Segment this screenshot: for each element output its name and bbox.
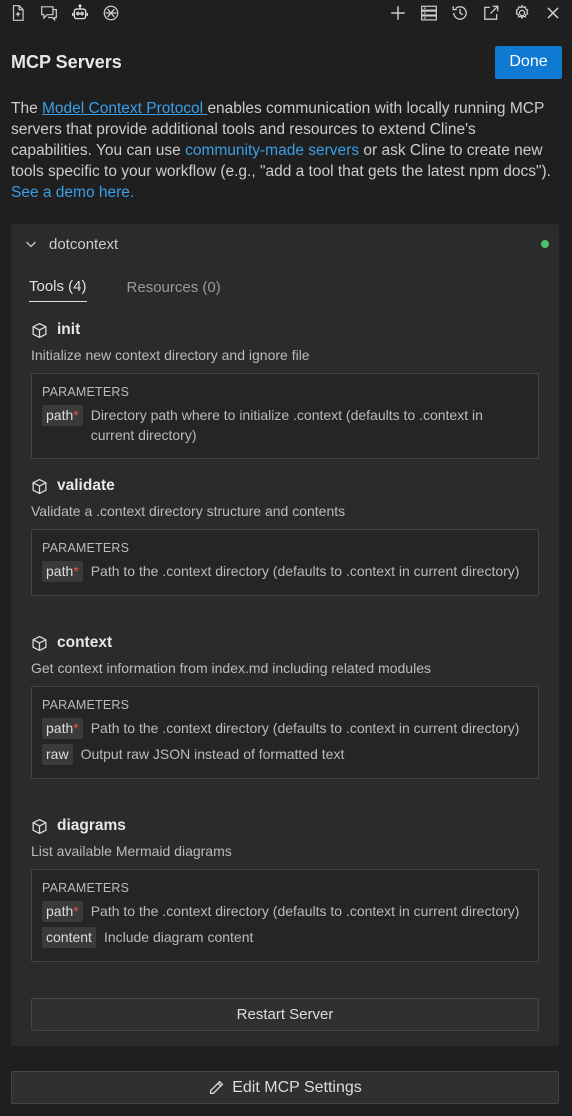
parameter-name: path*: [42, 405, 83, 426]
server-name: dotcontext: [49, 235, 119, 253]
parameter-name: path*: [42, 901, 83, 922]
parameter-name: raw: [42, 744, 73, 765]
parameter-description: Path to the .context directory (defaults…: [90, 903, 520, 919]
plus-icon[interactable]: [382, 1, 413, 25]
page-header: MCP Servers Done: [11, 44, 562, 80]
close-icon[interactable]: [537, 1, 568, 25]
tab-resources[interactable]: Resources (0): [127, 279, 221, 302]
tab-tools[interactable]: Tools (4): [29, 278, 87, 302]
tool-description: Initialize new context directory and ign…: [31, 347, 310, 363]
history-icon[interactable]: [444, 1, 475, 25]
chevron-down-icon[interactable]: [23, 236, 39, 252]
cube-icon: [31, 477, 49, 495]
gear-icon[interactable]: [506, 1, 537, 25]
chat-icon[interactable]: [33, 1, 64, 25]
tool-name: init: [57, 321, 81, 338]
server-tabs: Tools (4) Resources (0): [11, 264, 559, 302]
parameters-heading: PARAMETERS: [42, 698, 130, 712]
parameters-box: PARAMETERS path* Path to the .context di…: [31, 686, 539, 779]
tool-item-validate: validate Validate a .context directory s…: [31, 475, 539, 596]
tool-item-init: init Initialize new context directory an…: [31, 319, 539, 459]
cube-icon: [31, 321, 49, 339]
parameters-heading: PARAMETERS: [42, 881, 130, 895]
robot-icon[interactable]: [64, 1, 95, 25]
tool-name: validate: [57, 477, 115, 494]
demo-link[interactable]: See a demo here.: [11, 184, 134, 201]
parameter-row: raw Output raw JSON instead of formatted…: [42, 744, 528, 765]
parameter-description: Output raw JSON instead of formatted tex…: [80, 746, 345, 762]
parameters-box: PARAMETERS path* Directory path where to…: [31, 373, 539, 459]
external-link-icon[interactable]: [475, 1, 506, 25]
server-header[interactable]: dotcontext: [11, 224, 559, 264]
tool-description: Validate a .context directory structure …: [31, 503, 346, 519]
new-file-icon[interactable]: [2, 1, 33, 25]
tool-description: List available Mermaid diagrams: [31, 843, 232, 859]
tool-item-diagrams: diagrams List available Mermaid diagrams…: [31, 815, 539, 962]
intro-text-1: The: [11, 100, 43, 117]
edit-mcp-settings-button[interactable]: Edit MCP Settings: [11, 1071, 559, 1104]
restart-server-button[interactable]: Restart Server: [31, 998, 539, 1031]
server-panel: dotcontext Tools (4) Resources (0) init …: [11, 224, 559, 1046]
cube-icon: [31, 817, 49, 835]
parameter-description: Directory path where to initialize .cont…: [90, 407, 483, 443]
edit-mcp-settings-label: Edit MCP Settings: [232, 1078, 362, 1096]
done-button[interactable]: Done: [495, 45, 562, 79]
status-indicator: [541, 240, 549, 248]
parameter-description: Include diagram content: [103, 929, 254, 945]
parameter-row: path* Path to the .context directory (de…: [42, 901, 528, 922]
pencil-icon: [210, 1080, 224, 1094]
parameter-row: path* Directory path where to initialize…: [42, 405, 528, 445]
parameter-name: path*: [42, 718, 83, 739]
parameters-box: PARAMETERS path* Path to the .context di…: [31, 529, 539, 596]
intro-text: The Model Context Protocol enables commu…: [11, 98, 561, 203]
server-icon[interactable]: [413, 1, 444, 25]
page-title: MCP Servers: [11, 51, 122, 72]
parameters-heading: PARAMETERS: [42, 385, 130, 399]
mcp-link[interactable]: Model Context Protocol: [42, 100, 207, 117]
parameter-row: path* Path to the .context directory (de…: [42, 561, 528, 582]
plugin-icon[interactable]: [95, 1, 126, 25]
cube-icon: [31, 634, 49, 652]
parameter-name: path*: [42, 561, 83, 582]
top-toolbar: [0, 0, 572, 26]
tool-description: Get context information from index.md in…: [31, 660, 431, 676]
parameter-name: content: [42, 927, 96, 948]
tool-name: diagrams: [57, 817, 126, 834]
community-servers-link[interactable]: community-made servers: [185, 142, 359, 159]
parameter-description: Path to the .context directory (defaults…: [90, 563, 520, 579]
tool-name: context: [57, 634, 113, 651]
parameters-box: PARAMETERS path* Path to the .context di…: [31, 869, 539, 962]
parameter-description: Path to the .context directory (defaults…: [90, 720, 520, 736]
parameters-heading: PARAMETERS: [42, 541, 130, 555]
parameter-row: content Include diagram content: [42, 927, 528, 948]
parameter-row: path* Path to the .context directory (de…: [42, 718, 528, 739]
tool-item-context: context Get context information from ind…: [31, 632, 539, 779]
